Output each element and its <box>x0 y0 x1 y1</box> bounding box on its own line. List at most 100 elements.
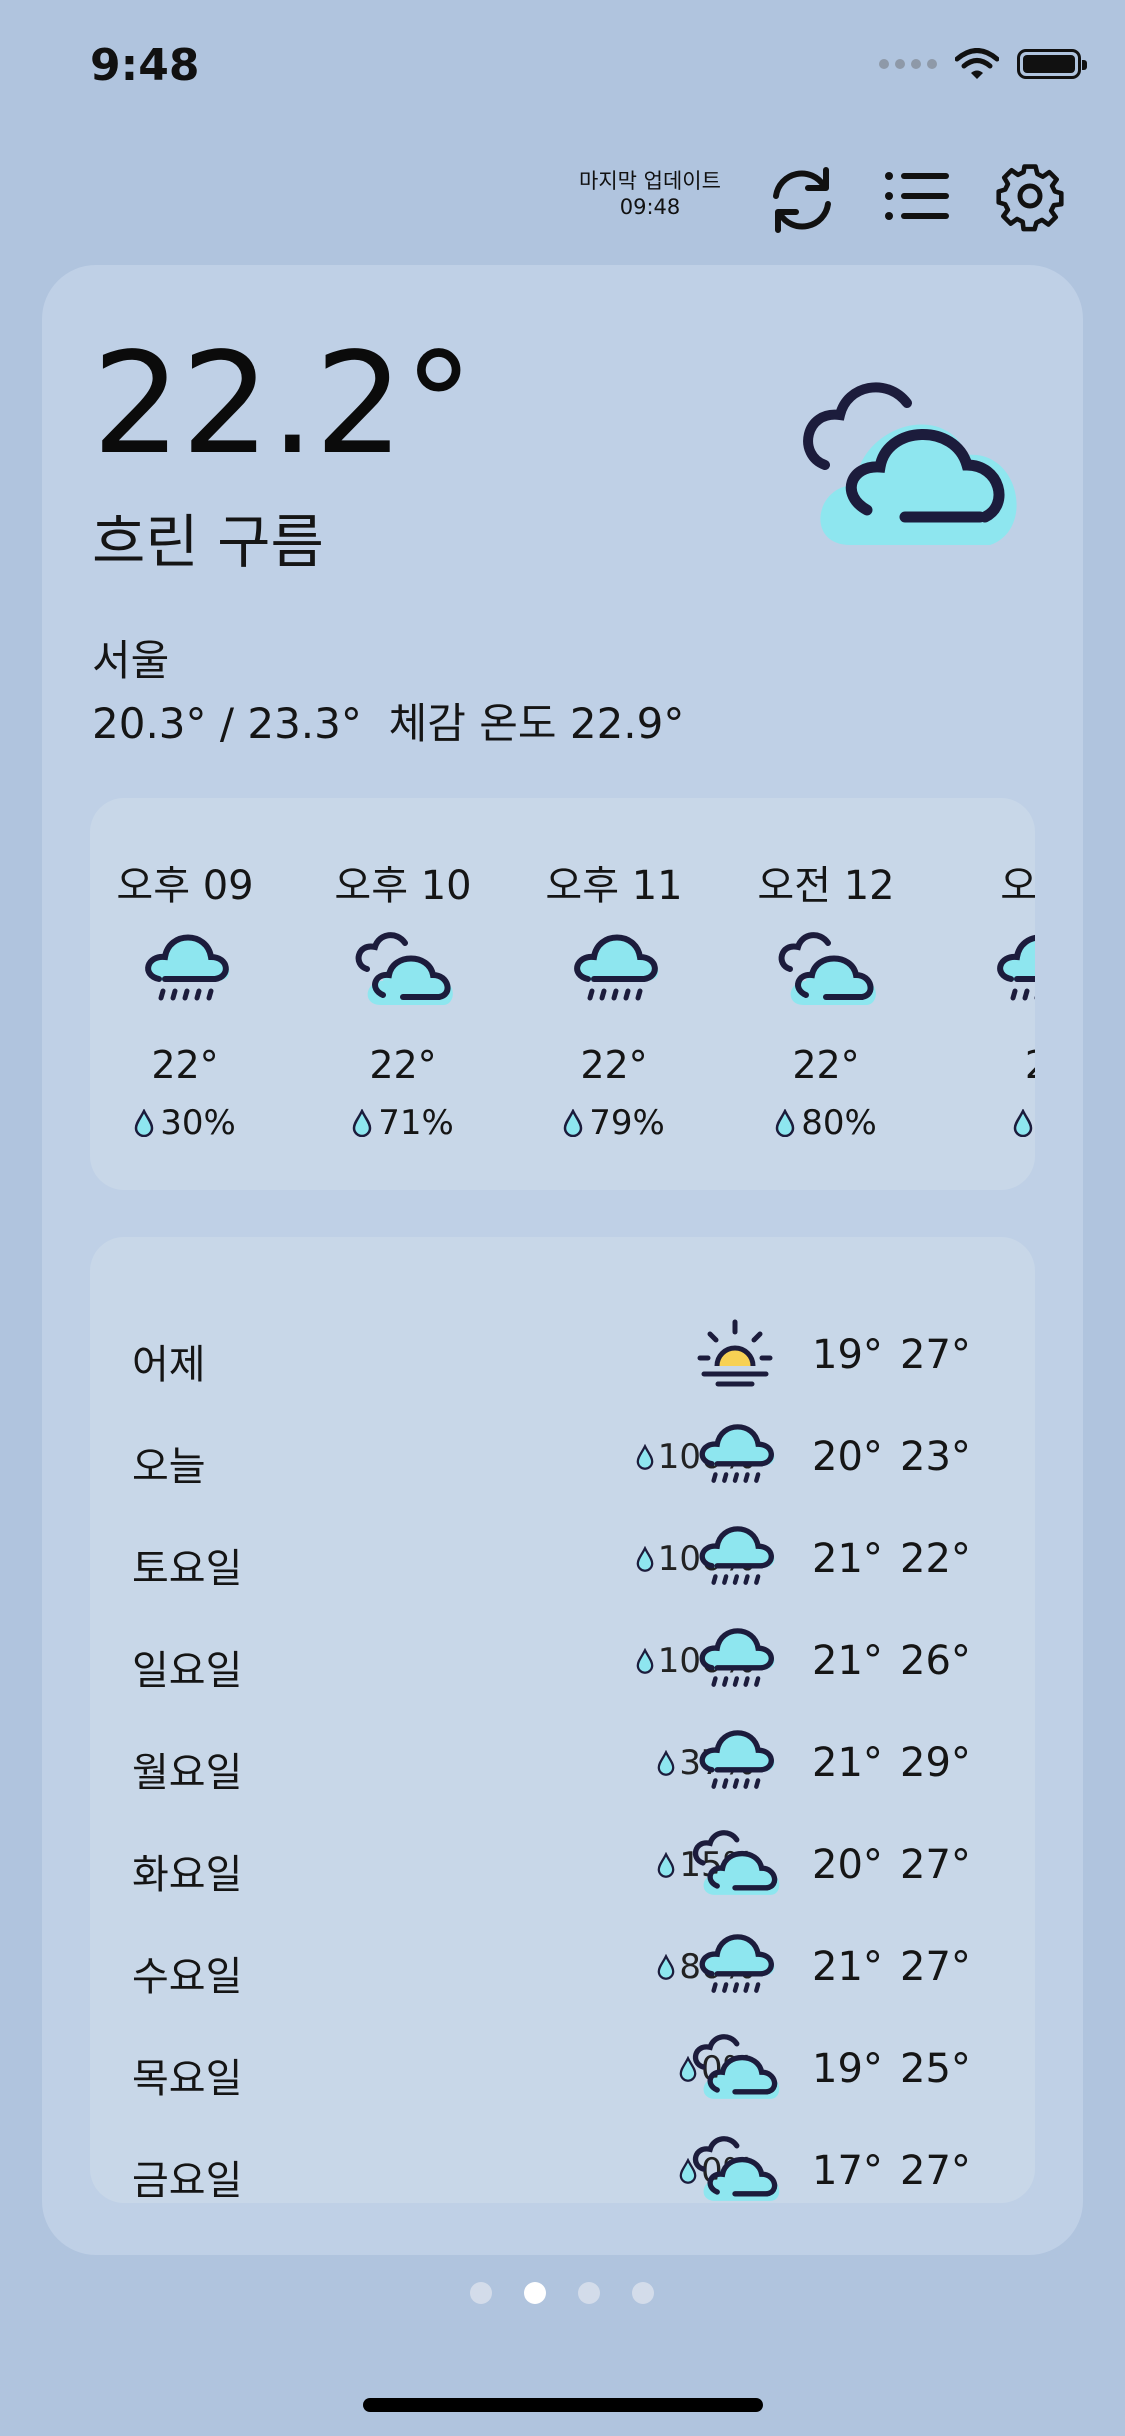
day-high: 27° <box>900 1944 971 1990</box>
rain-cloud-icon <box>699 1934 775 1993</box>
signal-dots-icon <box>879 59 937 69</box>
gear-icon <box>996 164 1064 232</box>
daily-row: 수요일 80% 21° 27° <box>90 1919 1035 2019</box>
daily-row: 오늘 100% 20° 23° <box>90 1409 1035 1509</box>
cloudy-icon <box>803 382 1017 545</box>
day-low: 21° <box>812 1536 883 1582</box>
rain-cloud-icon <box>997 935 1035 1001</box>
cloudy-icon <box>778 932 876 1005</box>
daily-forecast: 어제 19° 27° 오늘 100% 20° 23° 토요일 <box>90 1237 1035 2204</box>
hour-time: 오전 12 <box>757 863 895 909</box>
daily-row: 어제 19° 27° <box>90 1307 1035 1407</box>
rain-cloud-icon <box>699 1526 775 1585</box>
day-low: 21° <box>812 1944 883 1990</box>
city-name: 서울 <box>92 636 170 685</box>
day-name: 수요일 <box>132 1954 243 2000</box>
page-dot[interactable] <box>470 2282 492 2304</box>
current-condition: 흐린 구름 <box>92 508 324 576</box>
day-low: 17° <box>812 2148 883 2194</box>
day-low: 19° <box>812 1332 883 1378</box>
day-name: 목요일 <box>132 2056 243 2102</box>
daily-row: 일요일 100% 21° 26° <box>90 1613 1035 1713</box>
day-name: 월요일 <box>132 1750 243 1796</box>
hour-precip-value: 30% <box>160 1103 236 1143</box>
day-name: 어제 <box>132 1342 206 1388</box>
hour-temp: 2 <box>942 1043 1035 1087</box>
hour-precip: 79% <box>519 1103 709 1143</box>
day-high: 26° <box>900 1638 971 1684</box>
droplet-icon <box>658 1852 675 1878</box>
rain-cloud-icon <box>574 934 659 1001</box>
hour-temp: 22° <box>369 1043 437 1087</box>
daily-row: 목요일 0% 19° 25° <box>90 2021 1035 2121</box>
settings-button[interactable] <box>990 156 1070 236</box>
last-update-time: 09:48 <box>619 195 681 219</box>
droplet-icon <box>775 1109 795 1137</box>
page-dot[interactable] <box>632 2282 654 2304</box>
temp-range-feels-like: 20.3° / 23.3° 체감 온도 22.9° <box>92 699 685 748</box>
droplet-icon <box>636 1546 654 1572</box>
daily-row: 월요일 37% 21° 29° <box>90 1715 1035 1815</box>
cloudy-icon <box>692 1830 780 1895</box>
droplet-icon <box>636 1648 654 1674</box>
day-low: 21° <box>812 1638 883 1684</box>
hour-temp: 22° <box>580 1043 648 1087</box>
day-high: 25° <box>900 2046 971 2092</box>
hour-temp: 22° <box>792 1043 860 1087</box>
daily-row: 금요일 0% 17° 27° <box>90 2123 1035 2223</box>
day-high: 27° <box>900 1842 971 1888</box>
battery-icon <box>1017 49 1087 79</box>
day-high: 27° <box>900 1332 971 1378</box>
day-name: 금요일 <box>132 2158 243 2204</box>
day-low: 19° <box>812 2046 883 2092</box>
home-indicator[interactable] <box>363 2398 763 2412</box>
page-dot-active[interactable] <box>524 2282 546 2304</box>
cloudy-icon <box>692 2034 780 2099</box>
droplet-icon <box>658 1750 675 1776</box>
refresh-button[interactable] <box>762 160 842 240</box>
status-time: 9:48 <box>90 40 200 91</box>
droplet-icon <box>134 1109 154 1137</box>
day-low: 20° <box>812 1842 883 1888</box>
hour-precip: 8 <box>942 1103 1035 1143</box>
current-temperature: 22.2° <box>92 323 474 486</box>
page-dot[interactable] <box>578 2282 600 2304</box>
day-name: 일요일 <box>132 1648 243 1694</box>
page-indicator[interactable] <box>470 2282 654 2304</box>
list-icon <box>885 172 949 220</box>
rain-cloud-icon <box>699 1628 775 1687</box>
droplet-icon <box>352 1109 372 1137</box>
hourly-forecast: 오후 09 22° 30% 오후 10 22° 71% 오후 11 22° 79… <box>90 798 1035 1190</box>
hour-precip: 80% <box>731 1103 921 1143</box>
hour-precip-value: 80% <box>801 1103 877 1143</box>
rain-cloud-icon <box>699 1424 775 1483</box>
rain-cloud-icon <box>699 1730 775 1789</box>
sunrise-icon <box>697 1319 773 1387</box>
day-high: 29° <box>900 1740 971 1786</box>
day-low: 21° <box>812 1740 883 1786</box>
day-high: 27° <box>900 2148 971 2194</box>
droplet-icon <box>658 1954 675 1980</box>
cloudy-icon <box>692 2136 780 2201</box>
wifi-icon <box>955 48 999 79</box>
day-low: 20° <box>812 1434 883 1480</box>
hour-time: 오후 11 <box>545 863 683 909</box>
day-high: 22° <box>900 1536 971 1582</box>
hour-time: 오후 09 <box>116 863 254 909</box>
hour-precip: 71% <box>308 1103 498 1143</box>
droplet-icon <box>563 1109 583 1137</box>
droplet-icon <box>1013 1109 1033 1137</box>
daily-row: 화요일 15% 20° 27° <box>90 1817 1035 1917</box>
daily-row: 토요일 100% 21° 22° <box>90 1511 1035 1611</box>
hour-precip-value: 71% <box>378 1103 454 1143</box>
day-name: 오늘 <box>132 1444 206 1490</box>
list-button[interactable] <box>878 156 958 236</box>
cloudy-icon <box>355 932 453 1005</box>
hour-time: 오후 10 <box>334 863 472 909</box>
last-update-label: 마지막 업데이트 <box>579 169 721 193</box>
hour-temp: 22° <box>151 1043 219 1087</box>
hour-precip-value: 79% <box>589 1103 665 1143</box>
day-high: 23° <box>900 1434 971 1480</box>
refresh-icon <box>773 167 831 233</box>
hour-precip: 30% <box>90 1103 280 1143</box>
